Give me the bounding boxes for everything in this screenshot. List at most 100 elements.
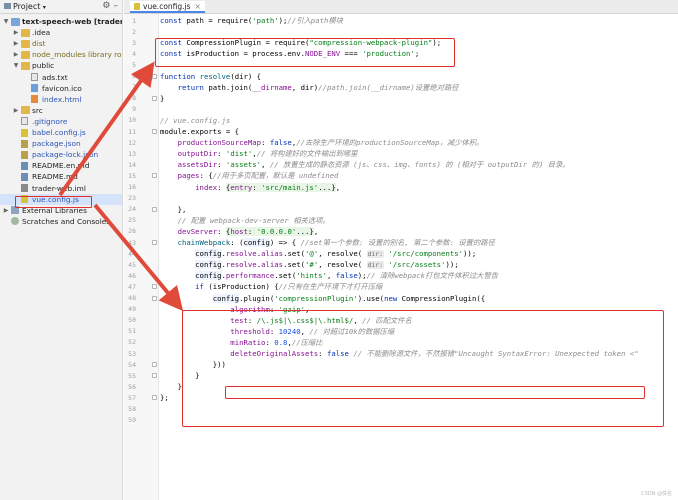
folder-icon <box>21 50 30 59</box>
tab-vue-config-js[interactable]: vue.config.js × <box>130 1 205 13</box>
line-number: 53 <box>128 349 136 358</box>
project-title-label: Project <box>13 2 41 11</box>
chevron-down-icon[interactable]: ▼ <box>12 60 20 71</box>
code-line[interactable]: devServer: {host: '0.0.0.0'...}, <box>160 226 318 237</box>
tree-item[interactable]: ▼ text-speech-web [trader-web] <box>0 16 122 27</box>
tree-item[interactable]: .gitignore <box>0 116 122 127</box>
tree-item[interactable]: package-lock.json <box>0 149 122 160</box>
code-line[interactable]: chainWebpack: (config) => { //set第一个参数: … <box>160 237 495 248</box>
tree-item-label: Scratches and Consoles <box>22 216 111 226</box>
fold-marker-icon[interactable] <box>152 362 157 368</box>
tree-item-label: index.html <box>42 94 82 104</box>
code-line[interactable]: return path.join(__dirname, dir)//path.j… <box>160 82 459 93</box>
file-ico-icon <box>31 84 38 93</box>
chevron-right-icon[interactable]: ▶ <box>12 49 20 60</box>
chevron-right-icon[interactable]: ▶ <box>12 105 20 116</box>
code-line[interactable]: if (isProduction) {//只有在生产环境下才打开压缩 <box>160 281 382 292</box>
tree-item-label: node_modules library root <box>32 50 123 60</box>
fold-marker-icon[interactable] <box>152 129 157 134</box>
fold-marker-icon[interactable] <box>152 95 157 101</box>
code-line[interactable]: outputDir: 'dist',// 将构建好的文件输出到哪里 <box>160 148 358 159</box>
chevron-right-icon[interactable]: ▶ <box>12 38 20 49</box>
line-number: 48 <box>128 294 136 302</box>
fold-marker-icon[interactable] <box>152 373 157 379</box>
folder-icon <box>21 28 30 37</box>
line-number: 45 <box>128 260 136 269</box>
file-js-icon <box>21 128 28 137</box>
line-number: 10 <box>128 116 136 125</box>
code-line[interactable]: config.resolve.alias.set('@', resolve( d… <box>160 248 476 259</box>
line-number: 51 <box>128 327 136 336</box>
tree-item[interactable]: package.json <box>0 138 122 149</box>
code-line[interactable]: } <box>160 381 182 392</box>
tree-item[interactable]: index.html <box>0 94 122 105</box>
tree-item[interactable]: ▶ .idea <box>0 27 122 38</box>
code-line[interactable]: // vue.config.js <box>160 115 230 126</box>
code-line[interactable]: // 配置 webpack-dev-server 相关选项。 <box>160 215 330 226</box>
code-line[interactable]: productionSourceMap: false,//去除生产环境的prod… <box>160 137 484 148</box>
code-line[interactable]: config.plugin('compressionPlugin').use(n… <box>160 293 485 304</box>
code-line[interactable]: config.resolve.alias.set('#', resolve( d… <box>160 259 459 270</box>
line-number: 56 <box>128 382 136 391</box>
tree-item[interactable]: ▶ dist <box>0 38 122 49</box>
line-number: 6 <box>132 72 136 80</box>
code-line[interactable]: module.exports = { <box>160 126 239 137</box>
tree-item[interactable]: favicon.ico <box>0 83 122 94</box>
code-line[interactable]: assetsDir: 'assets', // 放置生成的静态资源 (js、cs… <box>160 159 570 170</box>
fold-marker-icon[interactable] <box>152 284 157 290</box>
line-number: 25 <box>128 216 136 225</box>
tree-item[interactable]: ▶ node_modules library root <box>0 49 123 60</box>
fold-marker-icon[interactable] <box>152 206 157 212</box>
annotation-highlight-box <box>15 196 92 208</box>
tab-label: vue.config.js <box>143 2 191 11</box>
code-line[interactable]: const path = require('path');//引入path模块 <box>160 15 343 26</box>
annotation-box-delete-original-assets <box>225 386 645 399</box>
tree-item[interactable]: ▼ public <box>0 60 122 71</box>
editor-tab-bar: vue.config.js × <box>124 0 678 14</box>
line-number: 5 <box>132 60 136 69</box>
fold-marker-icon[interactable] <box>152 173 157 179</box>
chevron-right-icon[interactable]: ▶ <box>12 27 20 38</box>
chevron-down-icon[interactable]: ▼ <box>2 16 10 27</box>
project-panel: Project ▾ ⚙– ▼ text-speech-web [trader-we… <box>0 0 123 500</box>
line-number: 49 <box>128 305 136 314</box>
fold-marker-icon[interactable] <box>152 395 157 401</box>
line-number: 16 <box>128 183 136 191</box>
tree-item[interactable]: ▶ src <box>0 105 122 116</box>
tree-item[interactable]: README.md <box>0 171 122 182</box>
code-line[interactable]: function resolve(dir) { <box>160 71 261 82</box>
line-number: 57 <box>128 393 136 402</box>
project-panel-title[interactable]: Project ▾ <box>4 2 46 11</box>
tree-item[interactable]: ads.txt <box>0 72 122 83</box>
file-md-icon <box>21 161 28 170</box>
line-number: 23 <box>128 194 136 203</box>
settings-gear-icon[interactable]: ⚙ <box>102 1 113 11</box>
code-line[interactable]: }, <box>160 204 187 215</box>
line-number: 54 <box>128 360 136 369</box>
code-line[interactable]: config.performance.set('hints', false);/… <box>160 270 498 281</box>
fold-marker-icon[interactable] <box>152 73 157 79</box>
tree-item[interactable]: Scratches and Consoles <box>0 216 122 227</box>
fold-marker-icon[interactable] <box>152 295 157 301</box>
line-number: 1 <box>132 16 136 25</box>
close-icon[interactable]: × <box>195 2 201 11</box>
tree-item-label: public <box>32 61 55 71</box>
code-line[interactable]: pages: {//用于多页配置，默认是 undefined <box>160 170 339 181</box>
fold-marker-icon[interactable] <box>152 240 157 245</box>
tree-item[interactable]: trader-web.iml <box>0 183 122 194</box>
line-number: 3 <box>132 38 136 47</box>
tree-item-label: package-lock.json <box>32 150 99 160</box>
js-file-icon <box>134 3 140 10</box>
code-line[interactable]: } <box>160 93 164 104</box>
minimize-icon[interactable]: – <box>114 1 122 11</box>
tree-item[interactable]: README.en.md <box>0 160 122 171</box>
annotation-box-imports <box>155 38 455 67</box>
code-line[interactable]: }; <box>160 392 169 403</box>
code-line[interactable]: index: {entry: 'src/main.js'...}, <box>160 182 340 193</box>
tree-item[interactable]: babel.config.js <box>0 127 122 138</box>
chevron-right-icon[interactable]: ▶ <box>2 205 10 216</box>
file-md-icon <box>21 172 28 181</box>
tree-item-label: .gitignore <box>32 116 68 126</box>
watermark: CSDN @佚名 <box>641 491 672 497</box>
tree-item-label: favicon.ico <box>42 83 82 93</box>
